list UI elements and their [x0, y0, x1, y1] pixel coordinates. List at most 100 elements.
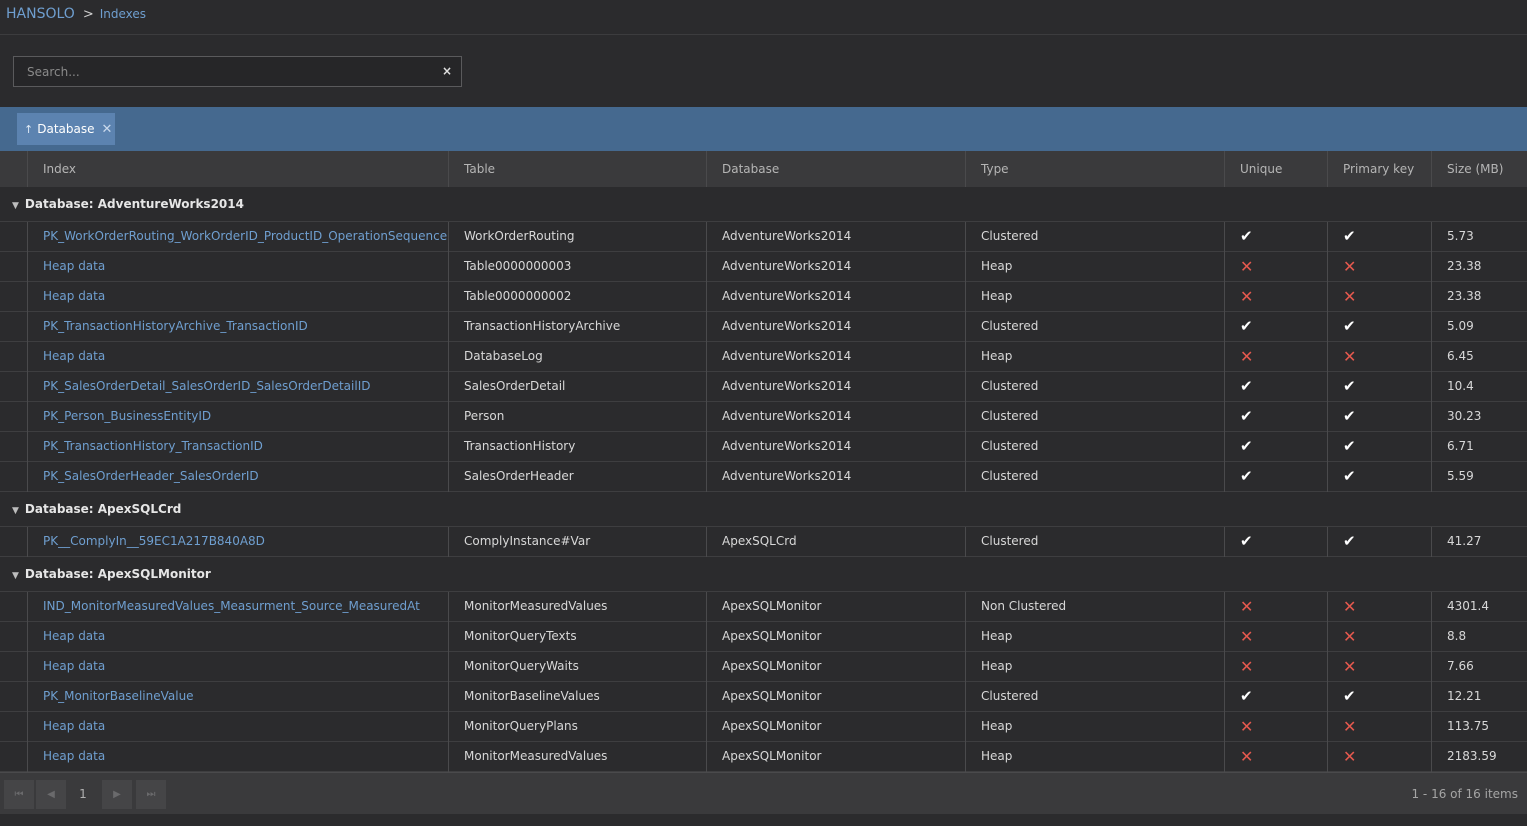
check-icon: ✔: [1343, 407, 1356, 425]
table-row[interactable]: IND_MonitorMeasuredValues_Measurment_Sou…: [0, 592, 1527, 622]
collapse-triangle-icon[interactable]: ▼: [12, 494, 19, 528]
check-icon: ✔: [1343, 687, 1356, 705]
prev-page-icon[interactable]: ◀: [36, 780, 66, 809]
column-header-unique[interactable]: Unique: [1224, 151, 1327, 187]
database-cell: ApexSQLMonitor: [706, 652, 965, 682]
breadcrumb-root-link[interactable]: HANSOLO: [6, 6, 75, 22]
primary-key-cell: ✔: [1327, 527, 1431, 557]
clear-search-icon[interactable]: ×: [442, 64, 452, 78]
table-row[interactable]: Heap data MonitorQueryTexts ApexSQLMonitor…: [0, 622, 1527, 652]
table-row[interactable]: PK_TransactionHistoryArchive_Transaction…: [0, 312, 1527, 342]
index-link[interactable]: Heap data: [27, 712, 448, 742]
index-link[interactable]: Heap data: [27, 342, 448, 372]
check-icon: ✔: [1343, 467, 1356, 485]
index-link[interactable]: Heap data: [27, 652, 448, 682]
cross-icon: ✕: [1343, 287, 1357, 306]
breadcrumb-current[interactable]: Indexes: [100, 7, 146, 21]
table-row[interactable]: PK__ComplyIn__59EC1A217B840A8D ComplyInst…: [0, 527, 1527, 557]
type-cell: Clustered: [965, 682, 1224, 712]
remove-group-icon[interactable]: ✕: [101, 122, 112, 137]
index-link[interactable]: Heap data: [27, 622, 448, 652]
group-label: Database: ApexSQLMonitor: [24, 567, 211, 581]
database-cell: ApexSQLMonitor: [706, 742, 965, 772]
cross-icon: ✕: [1343, 347, 1357, 366]
index-link[interactable]: PK_SalesOrderHeader_SalesOrderID: [27, 462, 448, 492]
unique-cell: ✕: [1224, 342, 1327, 372]
size-cell: 6.71: [1431, 432, 1527, 462]
check-icon: ✔: [1240, 532, 1253, 550]
grid-body: ▼ Database: AdventureWorks2014 PK_WorkOrde…: [0, 187, 1527, 772]
primary-key-cell: ✔: [1327, 222, 1431, 252]
group-row[interactable]: ▼ Database: ApexSQLMonitor: [0, 557, 1527, 592]
index-link[interactable]: PK_SalesOrderDetail_SalesOrderID_SalesOr…: [27, 372, 448, 402]
index-link[interactable]: PK_WorkOrderRouting_WorkOrderID_ProductI…: [27, 222, 448, 252]
unique-cell: ✔: [1224, 402, 1327, 432]
group-chip-database[interactable]: ↑ Database ✕: [17, 113, 115, 145]
type-cell: Heap: [965, 652, 1224, 682]
index-link[interactable]: Heap data: [27, 282, 448, 312]
grouping-bar: ↑ Database ✕: [0, 107, 1527, 151]
table-row[interactable]: PK_Person_BusinessEntityID Person Adventur…: [0, 402, 1527, 432]
index-link[interactable]: PK_MonitorBaselineValue: [27, 682, 448, 712]
group-label: Database: ApexSQLCrd: [24, 502, 182, 516]
primary-key-cell: ✕: [1327, 622, 1431, 652]
unique-cell: ✔: [1224, 682, 1327, 712]
type-cell: Clustered: [965, 372, 1224, 402]
collapse-triangle-icon[interactable]: ▼: [12, 189, 19, 223]
table-row[interactable]: Heap data Table0000000002 AdventureWorks20…: [0, 282, 1527, 312]
primary-key-cell: ✕: [1327, 592, 1431, 622]
size-cell: 4301.4: [1431, 592, 1527, 622]
table-row[interactable]: Heap data Table0000000003 AdventureWorks20…: [0, 252, 1527, 282]
primary-key-cell: ✕: [1327, 712, 1431, 742]
primary-key-cell: ✔: [1327, 402, 1431, 432]
primary-key-cell: ✔: [1327, 432, 1431, 462]
column-header-type[interactable]: Type: [965, 151, 1224, 187]
index-link[interactable]: IND_MonitorMeasuredValues_Measurment_Sou…: [27, 592, 448, 622]
group-row[interactable]: ▼ Database: ApexSQLCrd: [0, 492, 1527, 527]
table-row[interactable]: Heap data DatabaseLog AdventureWorks2014 He…: [0, 342, 1527, 372]
primary-key-cell: ✕: [1327, 342, 1431, 372]
table-row[interactable]: Heap data MonitorMeasuredValues ApexSQLMon…: [0, 742, 1527, 772]
check-icon: ✔: [1343, 227, 1356, 245]
check-icon: ✔: [1240, 317, 1253, 335]
table-row[interactable]: PK_SalesOrderHeader_SalesOrderID SalesOrd…: [0, 462, 1527, 492]
group-row[interactable]: ▼ Database: AdventureWorks2014: [0, 187, 1527, 222]
index-link[interactable]: PK_TransactionHistory_TransactionID: [27, 432, 448, 462]
size-cell: 2183.59: [1431, 742, 1527, 772]
database-cell: AdventureWorks2014: [706, 372, 965, 402]
table-row[interactable]: Heap data MonitorQueryWaits ApexSQLMonitor…: [0, 652, 1527, 682]
table-row[interactable]: PK_MonitorBaselineValue MonitorBaselineVa…: [0, 682, 1527, 712]
column-header-database[interactable]: Database: [706, 151, 965, 187]
table-row[interactable]: Heap data MonitorQueryPlans ApexSQLMonitor…: [0, 712, 1527, 742]
type-cell: Clustered: [965, 432, 1224, 462]
primary-key-cell: ✔: [1327, 312, 1431, 342]
first-page-icon[interactable]: ⏮: [4, 780, 34, 809]
search-input[interactable]: [14, 57, 461, 86]
cross-icon: ✕: [1240, 257, 1254, 276]
index-link[interactable]: Heap data: [27, 252, 448, 282]
collapse-triangle-icon[interactable]: ▼: [12, 559, 19, 593]
unique-cell: ✔: [1224, 527, 1327, 557]
table-row[interactable]: PK_WorkOrderRouting_WorkOrderID_ProductI…: [0, 222, 1527, 252]
size-cell: 23.38: [1431, 282, 1527, 312]
index-link[interactable]: Heap data: [27, 742, 448, 772]
next-page-icon[interactable]: ▶: [102, 780, 132, 809]
index-link[interactable]: PK__ComplyIn__59EC1A217B840A8D: [27, 527, 448, 557]
column-header-primary-key[interactable]: Primary key: [1327, 151, 1431, 187]
current-page[interactable]: 1: [68, 780, 98, 809]
last-page-icon[interactable]: ⏭: [136, 780, 166, 809]
column-header-index[interactable]: Index: [27, 151, 448, 187]
column-header-table[interactable]: Table: [448, 151, 706, 187]
table-row[interactable]: PK_SalesOrderDetail_SalesOrderID_SalesOr…: [0, 372, 1527, 402]
check-icon: ✔: [1240, 687, 1253, 705]
sort-ascending-icon[interactable]: ↑: [24, 123, 33, 136]
column-header-size[interactable]: Size (MB): [1431, 151, 1527, 187]
table-row[interactable]: PK_TransactionHistory_TransactionID Trans…: [0, 432, 1527, 462]
size-cell: 113.75: [1431, 712, 1527, 742]
database-cell: ApexSQLMonitor: [706, 712, 965, 742]
cross-icon: ✕: [1343, 657, 1357, 676]
index-link[interactable]: PK_TransactionHistoryArchive_Transaction…: [27, 312, 448, 342]
index-link[interactable]: PK_Person_BusinessEntityID: [27, 402, 448, 432]
check-icon: ✔: [1343, 532, 1356, 550]
database-cell: ApexSQLCrd: [706, 527, 965, 557]
